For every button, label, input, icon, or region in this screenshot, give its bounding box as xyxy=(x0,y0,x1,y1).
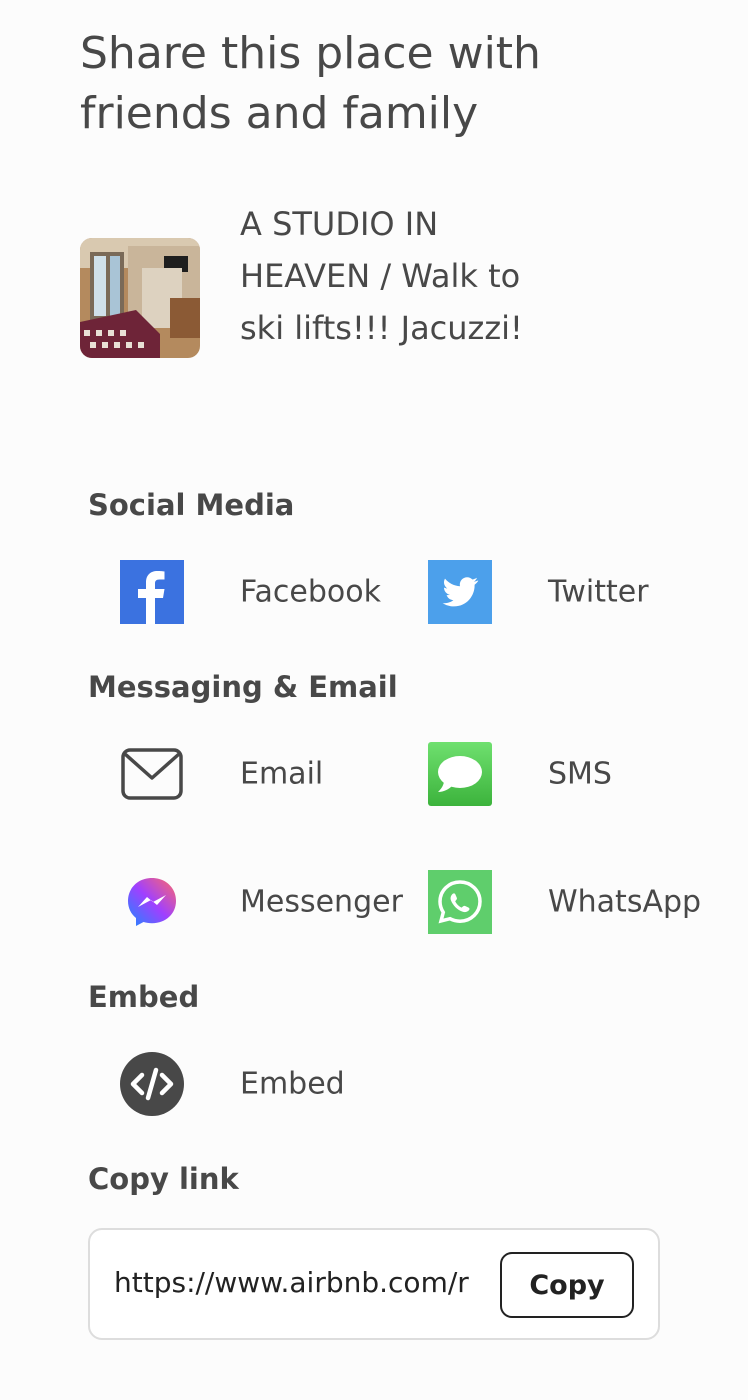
share-url-field[interactable]: https://www.airbnb.com/r xyxy=(114,1266,478,1299)
whatsapp-icon xyxy=(428,870,492,934)
section-embed: Embed xyxy=(88,980,200,1014)
share-sms-label: SMS xyxy=(548,756,612,792)
share-whatsapp-label: WhatsApp xyxy=(548,884,702,920)
share-sms-button[interactable]: SMS xyxy=(428,742,688,806)
section-social-media: Social Media xyxy=(88,488,295,522)
share-twitter-button[interactable]: Twitter xyxy=(428,560,688,624)
copy-button[interactable]: Copy xyxy=(500,1252,634,1318)
share-twitter-label: Twitter xyxy=(548,574,649,610)
share-messenger-label: Messenger xyxy=(240,884,403,920)
facebook-icon xyxy=(120,560,184,624)
listing-photo xyxy=(80,238,200,358)
share-facebook-label: Facebook xyxy=(240,574,381,610)
section-messaging-email: Messaging & Email xyxy=(88,670,398,704)
dialog-title: Share this place with friends and family xyxy=(80,28,541,139)
messenger-icon xyxy=(120,870,184,934)
share-email-label: Email xyxy=(240,756,324,792)
twitter-icon xyxy=(428,560,492,624)
sms-bubble-icon xyxy=(428,742,492,806)
share-messenger-button[interactable]: Messenger xyxy=(120,870,415,934)
share-email-button[interactable]: Email xyxy=(120,742,410,806)
share-facebook-button[interactable]: Facebook xyxy=(120,560,410,624)
envelope-icon xyxy=(120,742,184,806)
embed-button[interactable]: Embed xyxy=(120,1052,380,1116)
section-copy-link: Copy link xyxy=(88,1162,239,1196)
share-whatsapp-button[interactable]: WhatsApp xyxy=(428,870,718,934)
listing-title: A STUDIO IN HEAVEN / Walk to ski lifts!!… xyxy=(240,205,523,347)
embed-label: Embed xyxy=(240,1066,345,1102)
copy-link-box: https://www.airbnb.com/r Copy xyxy=(88,1228,660,1340)
listing-thumbnail xyxy=(80,238,200,358)
code-icon xyxy=(120,1052,184,1116)
